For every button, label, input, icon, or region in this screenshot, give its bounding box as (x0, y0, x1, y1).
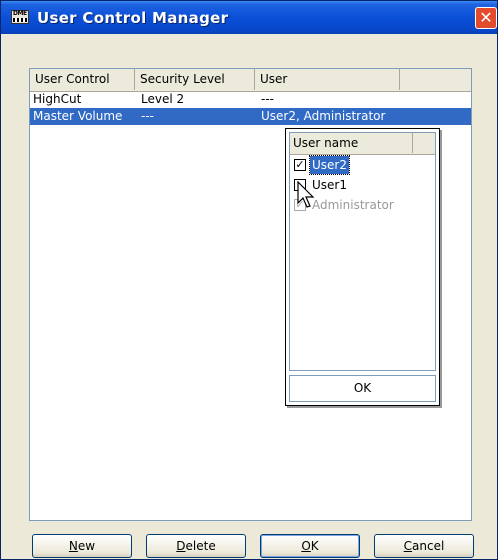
column-header-empty (400, 69, 471, 90)
user-selection-popup: User name ✓ User2 User1 ✓ Administrator … (285, 128, 440, 406)
user-name-header: User name (290, 133, 435, 155)
ok-button[interactable]: OK (260, 534, 360, 558)
user-item-user2[interactable]: ✓ User2 (292, 155, 414, 175)
column-header-user[interactable]: User (255, 69, 400, 90)
delete-button-label: Delete (176, 539, 216, 553)
user-item-label: User2 (309, 155, 350, 175)
cancel-button[interactable]: Cancel (374, 534, 474, 558)
cell-user: --- (261, 92, 274, 106)
popup-ok-button[interactable]: OK (289, 375, 436, 402)
cell-user-control: HighCut (33, 92, 82, 106)
mouse-pointer-icon (297, 181, 315, 208)
app-icon-text: DME (13, 10, 27, 17)
cell-user-control: Master Volume (33, 109, 123, 123)
title-bar[interactable]: DME User Control Manager ✕ (1, 1, 497, 34)
close-button[interactable]: ✕ (475, 7, 497, 29)
list-header: User Control Security Level User (30, 69, 471, 92)
cell-security-level: Level 2 (141, 92, 185, 106)
user-name-list[interactable]: User name ✓ User2 User1 ✓ Administrator (289, 132, 436, 371)
ok-button-label: OK (301, 539, 319, 553)
new-button[interactable]: New (32, 534, 132, 558)
checkbox-user2[interactable]: ✓ (294, 159, 306, 171)
delete-button[interactable]: Delete (146, 534, 246, 558)
cell-security-level: --- (141, 109, 154, 123)
window-title: User Control Manager (37, 9, 229, 27)
table-row-selected[interactable]: Master Volume --- User2, Administrator (30, 108, 471, 125)
column-header-security-level[interactable]: Security Level (135, 69, 255, 90)
dme-app-icon: DME (11, 10, 29, 24)
cell-user[interactable]: User2, Administrator (258, 108, 403, 125)
user-control-manager-window: DME User Control Manager ✕ User Control … (0, 0, 498, 560)
column-header-user-name[interactable]: User name (290, 133, 413, 153)
column-header-user-control[interactable]: User Control (30, 69, 135, 90)
table-row[interactable]: HighCut Level 2 --- (30, 91, 471, 108)
keyboard-graphic (13, 18, 27, 22)
new-button-label: New (68, 539, 96, 553)
user-item-label: Administrator (312, 198, 394, 212)
cancel-button-label: Cancel (403, 539, 445, 553)
